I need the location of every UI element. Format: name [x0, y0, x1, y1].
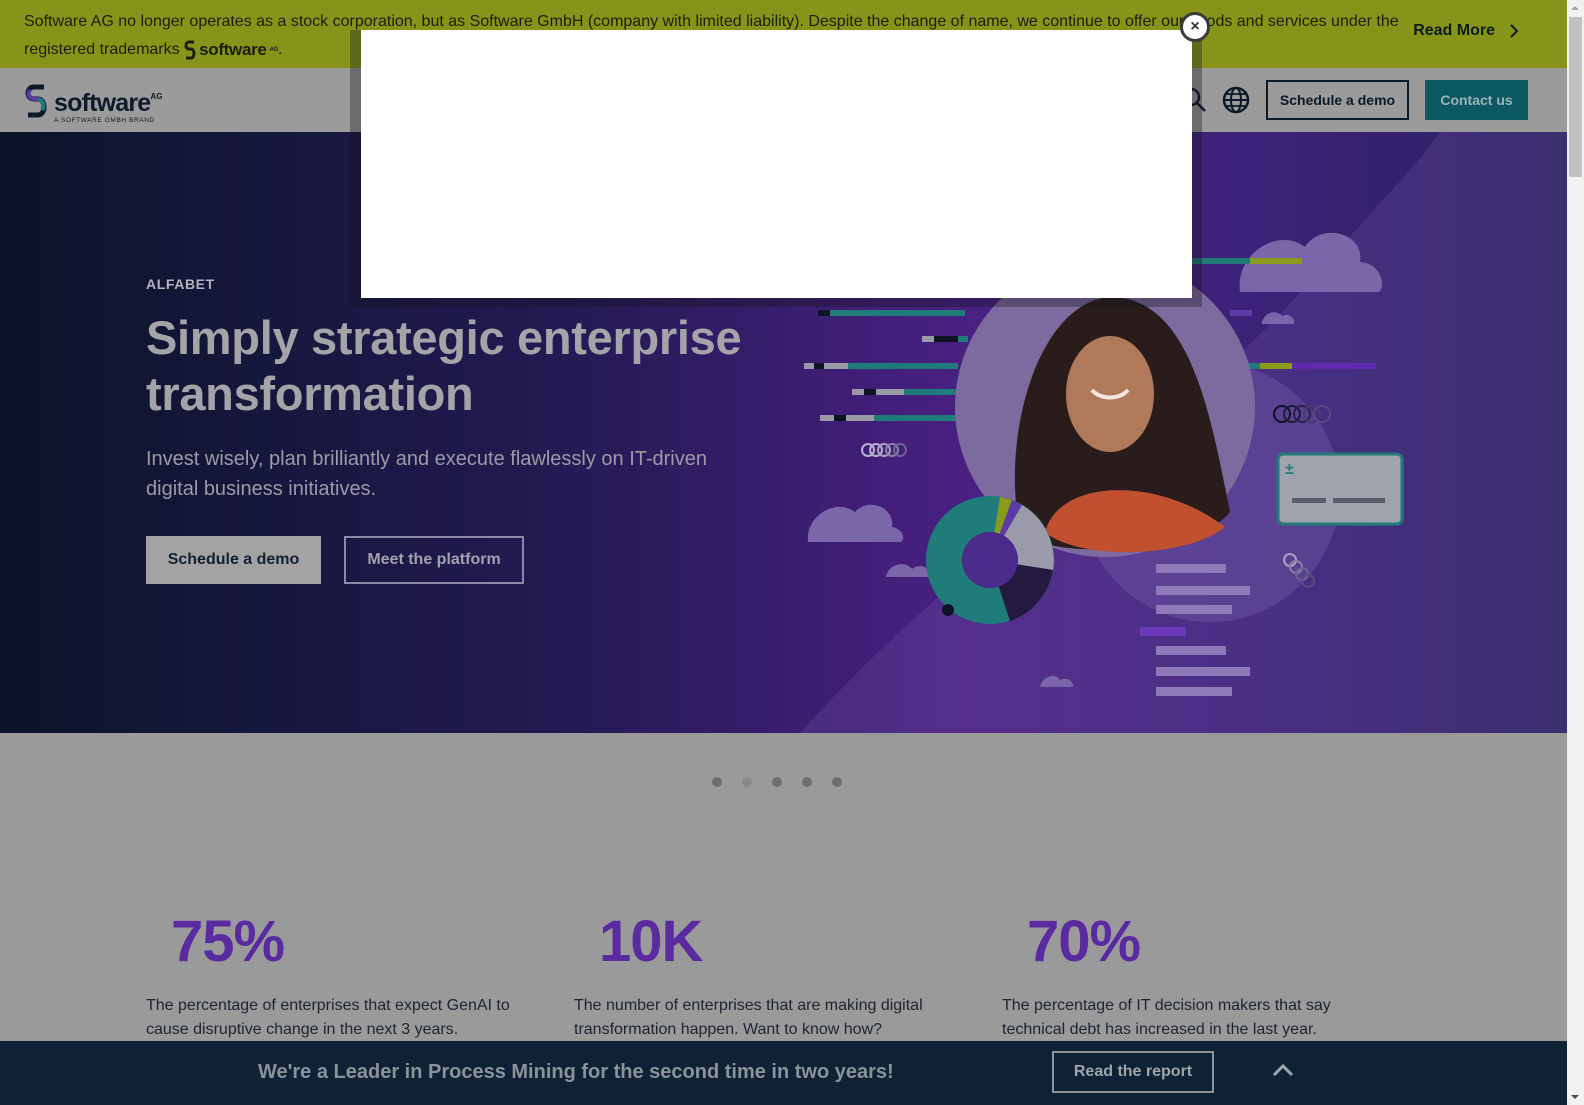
- donut-chart-illustration: [926, 496, 1054, 624]
- carousel-dot-2[interactable]: [742, 777, 752, 787]
- page-scrollbar[interactable]: [1567, 0, 1584, 1105]
- scrollbar-thumb[interactable]: [1569, 17, 1582, 177]
- calculator-card: ±: [1276, 452, 1404, 526]
- carousel-dot-4[interactable]: [802, 777, 812, 787]
- promo-text: We're a Leader in Process Mining for the…: [258, 1061, 894, 1083]
- notice-software-logo: software AG: [184, 36, 278, 64]
- contact-us-button[interactable]: Contact us: [1425, 80, 1528, 120]
- promo-bottom-bar: We're a Leader in Process Mining for the…: [0, 1041, 1567, 1105]
- stat-description: The percentage of enterprises that expec…: [146, 997, 510, 1038]
- modal-dialog: [361, 30, 1192, 298]
- carousel-dot-3[interactable]: [772, 777, 782, 787]
- read-more-link[interactable]: Read More: [1413, 22, 1519, 40]
- carousel-dot-5[interactable]: [832, 777, 842, 787]
- carousel-dots: [712, 777, 842, 787]
- scroll-up-arrow-icon[interactable]: [1571, 6, 1579, 10]
- stat-description: The number of enterprises that are makin…: [574, 997, 923, 1038]
- header-schedule-demo-button[interactable]: Schedule a demo: [1266, 80, 1409, 120]
- stat-value: 75%: [171, 909, 285, 974]
- software-s-mark-icon: [184, 40, 196, 60]
- stat-item: 70% The percentage of IT decision makers…: [1002, 910, 1382, 1042]
- site-logo[interactable]: softwareAG A SOFTWARE GMBH BRAND: [24, 84, 162, 124]
- chevron-right-icon: [1510, 24, 1519, 38]
- stat-item: 75% The percentage of enterprises that e…: [146, 910, 526, 1042]
- globe-icon[interactable]: [1222, 86, 1250, 114]
- chevron-up-icon[interactable]: [1270, 1057, 1296, 1083]
- read-the-report-button[interactable]: Read the report: [1052, 1051, 1214, 1093]
- logo-subtitle: A SOFTWARE GMBH BRAND: [54, 117, 155, 124]
- stat-item: 10K The number of enterprises that are m…: [574, 910, 954, 1042]
- scroll-down-arrow-icon[interactable]: [1571, 1095, 1579, 1099]
- stat-value: 10K: [599, 909, 703, 974]
- stat-description: The percentage of IT decision makers tha…: [1002, 997, 1331, 1038]
- modal-close-button[interactable]: ×: [1180, 12, 1210, 42]
- carousel-dot-1[interactable]: [712, 777, 722, 787]
- software-s-logo-icon: [25, 84, 47, 118]
- stat-value: 70%: [1027, 909, 1141, 974]
- svg-text:±: ±: [1285, 461, 1294, 478]
